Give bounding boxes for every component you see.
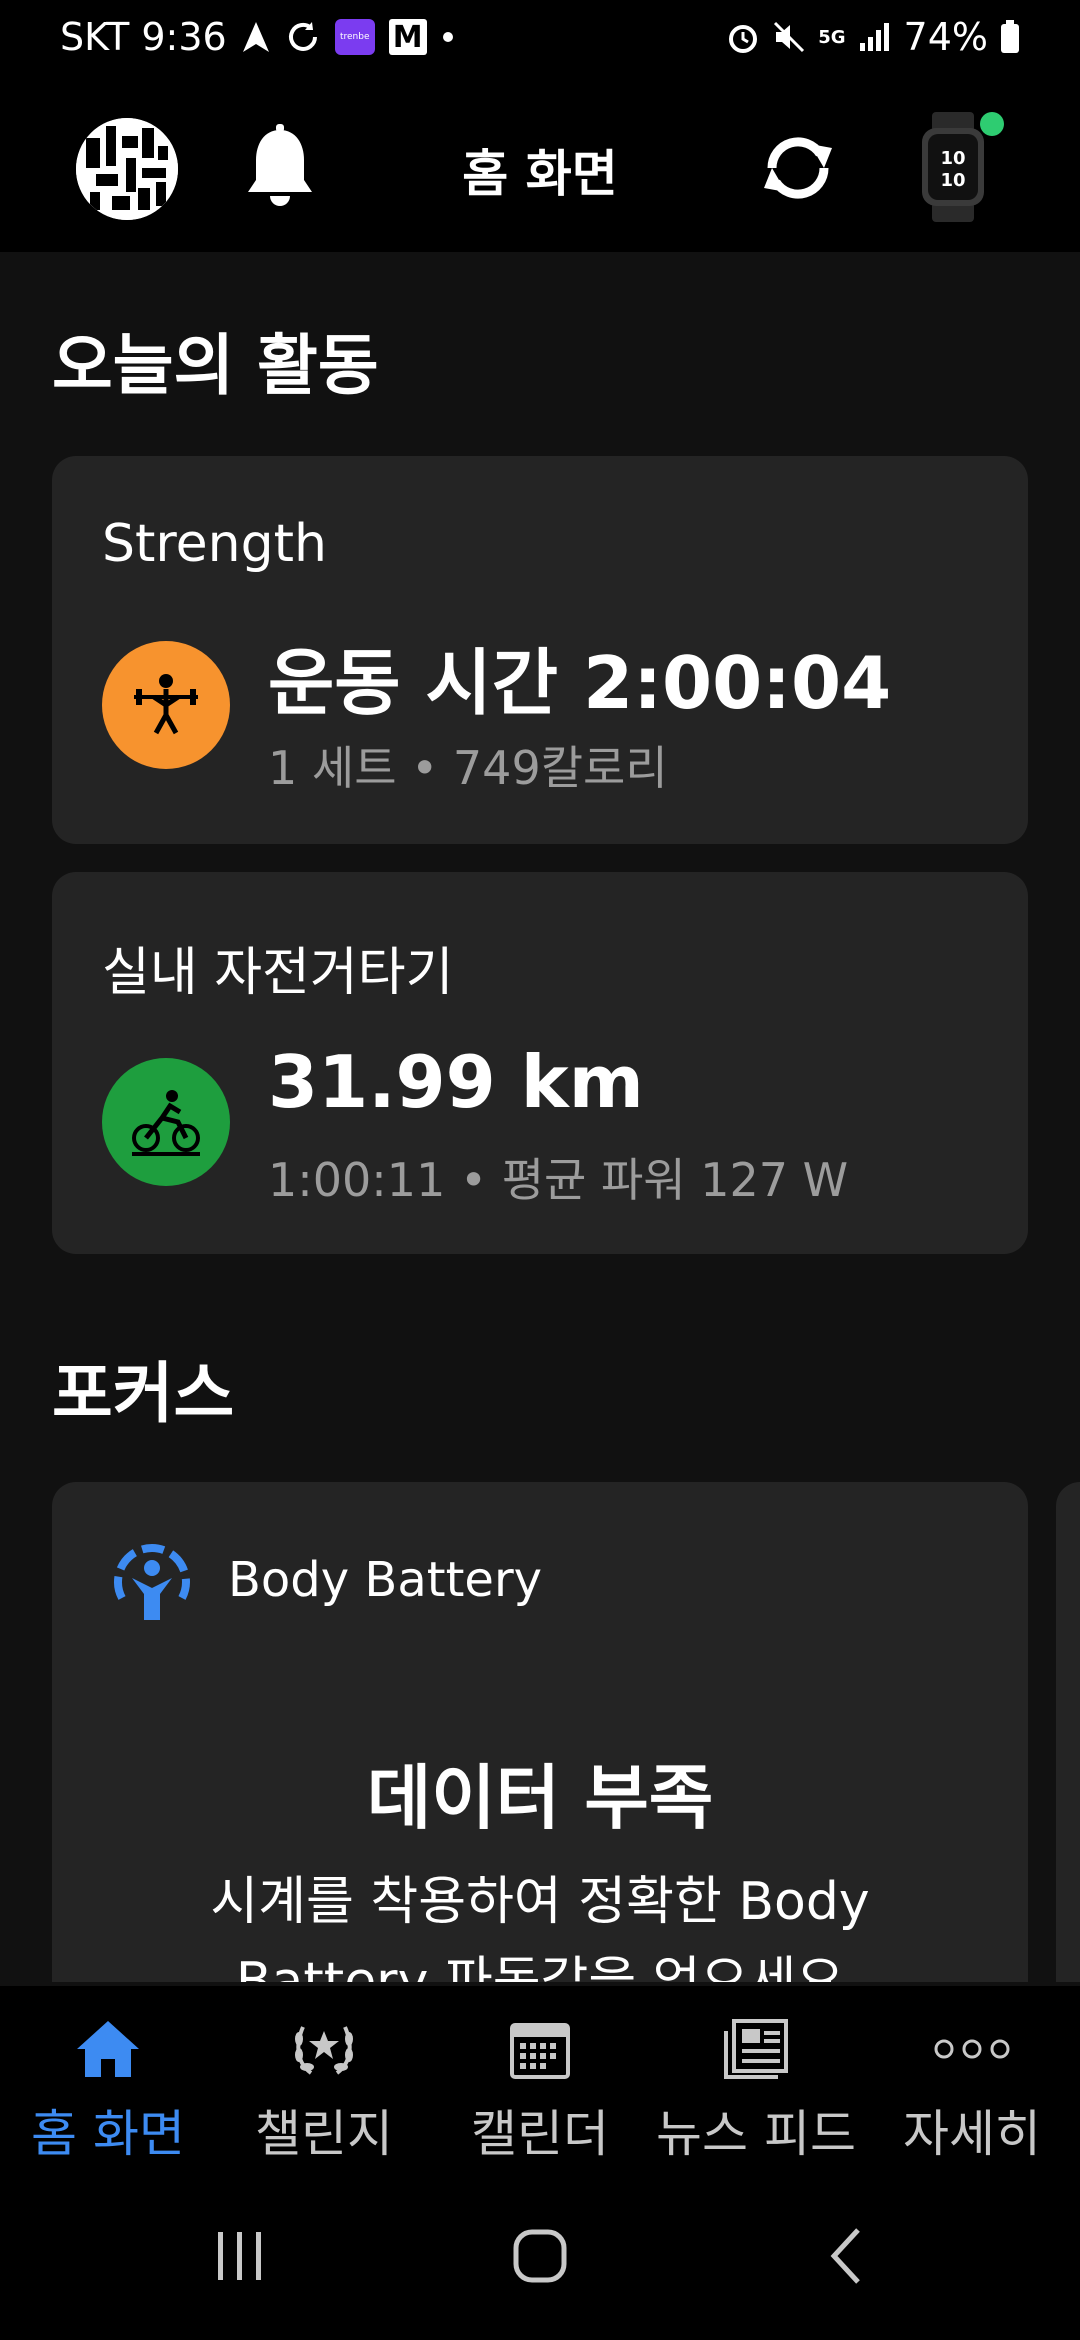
today-section-title: 오늘의 활동	[52, 327, 379, 404]
more-icon	[864, 2014, 1080, 2084]
nav-label: 홈 화면	[31, 2105, 185, 2163]
activity-name: 실내 자전거타기	[102, 943, 454, 1003]
navigation-arrow-icon	[241, 20, 271, 54]
body-battery-description: 시계를 착용하여 정확한 Body Battery 파동값을 얻으세요	[112, 1862, 968, 1982]
sync-status-icon	[285, 19, 321, 55]
nav-label: 캘린더	[471, 2105, 609, 2163]
next-focus-card-peek[interactable]	[1056, 1482, 1080, 1982]
description-line-2: Battery 파동값을 얻으세요	[235, 1952, 845, 1982]
nav-item-challenges[interactable]: 챌린지	[216, 1986, 432, 2166]
activity-card-strength[interactable]: Strength 운동 시간 2:00:04 1 세트 • 749칼로리	[52, 456, 1028, 844]
description-line-1: 시계를 착용하여 정확한 Body	[210, 1872, 870, 1932]
body-battery-label: Body Battery	[228, 1552, 543, 1608]
device-connected-dot	[980, 112, 1004, 136]
home-icon	[0, 2014, 216, 2084]
calendar-icon	[432, 2014, 648, 2084]
signal-icon	[858, 21, 892, 53]
battery-icon	[1000, 20, 1020, 54]
trenbe-app-icon: trenbe	[334, 19, 375, 55]
insufficient-data-title: 데이터 부족	[366, 1757, 714, 1839]
weightlifting-icon	[102, 641, 230, 769]
nav-item-more[interactable]: 자세히	[864, 1986, 1080, 2166]
focus-section-title: 포커스	[52, 1355, 235, 1432]
recent-apps-icon[interactable]	[200, 2216, 280, 2296]
more-notifications-dot-icon	[441, 30, 455, 44]
battery-percent: 74%	[903, 15, 988, 59]
mute-icon	[772, 20, 806, 54]
status-bar: SKT 9:36 trenbe M 5G 74%	[0, 0, 1080, 74]
activity-card-indoor-cycling[interactable]: 실내 자전거타기 31.99 km 1:00:11 • 평균 파워 127 W	[52, 872, 1028, 1254]
activity-name: Strength	[102, 514, 327, 574]
svg-text:10: 10	[940, 170, 965, 191]
alarm-icon	[726, 20, 760, 54]
nav-label: 챌린지	[255, 2105, 393, 2163]
sync-icon[interactable]	[754, 124, 842, 212]
activity-main-stat: 운동 시간 2:00:04	[268, 641, 892, 725]
5g-icon: 5G	[818, 26, 846, 48]
nav-label: 뉴스 피드	[656, 2105, 856, 2163]
system-navigation-bar	[0, 2166, 1080, 2340]
laurel-icon	[216, 2014, 432, 2084]
nav-label: 자세히	[903, 2105, 1041, 2163]
smartwatch-device-icon[interactable]: 10 10	[918, 112, 988, 222]
svg-text:10: 10	[940, 148, 965, 169]
body-battery-card[interactable]: Body Battery 데이터 부족 시계를 착용하여 정확한 Body Ba…	[52, 1482, 1028, 1982]
app-header: 홈 화면 10 10	[0, 74, 1080, 252]
back-icon[interactable]	[806, 2216, 886, 2296]
home-button-icon[interactable]	[500, 2216, 580, 2296]
nav-item-newsfeed[interactable]: 뉴스 피드	[648, 1986, 864, 2166]
status-time: SKT 9:36	[60, 15, 227, 59]
gmail-icon: M	[388, 19, 427, 55]
nav-item-home[interactable]: 홈 화면	[0, 1986, 216, 2166]
activity-main-stat: 31.99 km	[268, 1040, 644, 1124]
newsfeed-icon	[648, 2014, 864, 2084]
nav-item-calendar[interactable]: 캘린더	[432, 1986, 648, 2166]
bottom-navigation: 홈 화면 챌린지 캘린더 뉴스 피드 자세히	[0, 1986, 1080, 2166]
cycling-icon	[102, 1058, 230, 1186]
activity-sub-stat: 1:00:11 • 평균 파워 127 W	[268, 1153, 849, 1207]
activity-sub-stat: 1 세트 • 749칼로리	[268, 741, 668, 795]
body-battery-icon	[108, 1538, 196, 1626]
